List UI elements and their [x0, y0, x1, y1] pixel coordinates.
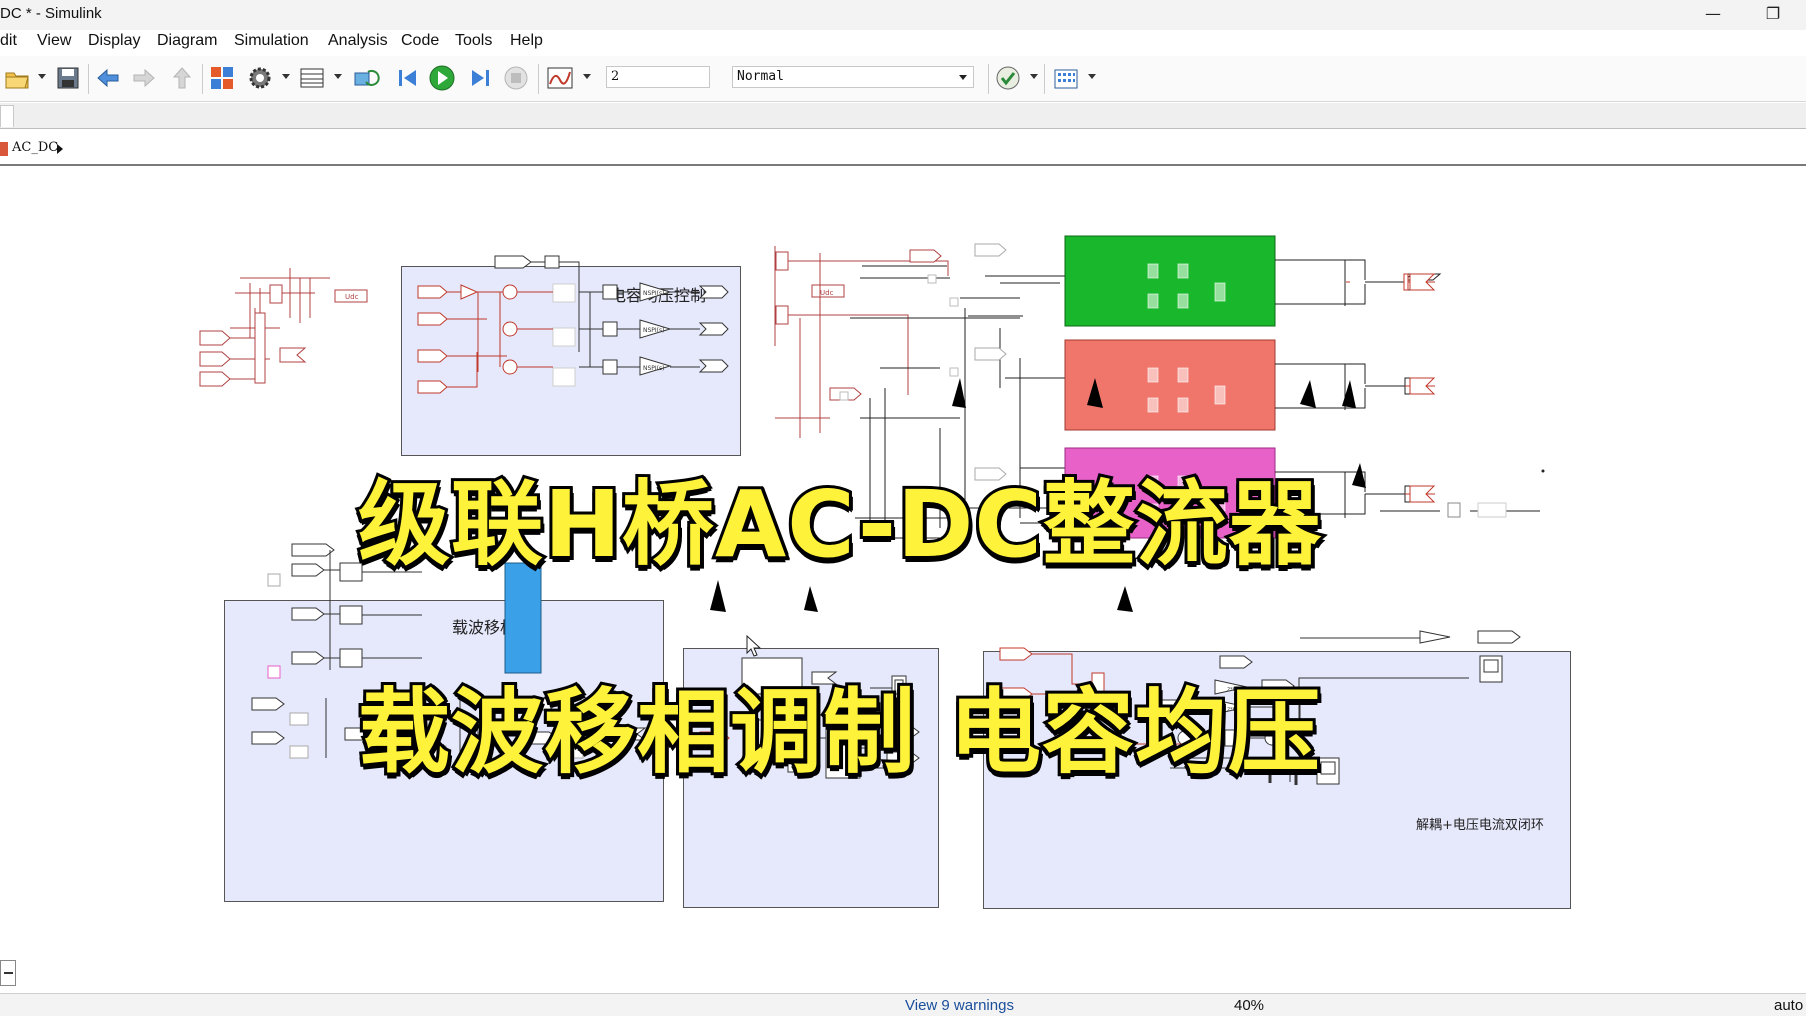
- performance-grid-icon[interactable]: [1052, 64, 1080, 92]
- model-explorer-icon[interactable]: [298, 64, 326, 92]
- inspector-dropdown-icon[interactable]: [583, 74, 591, 79]
- menu-display[interactable]: Display: [88, 32, 140, 50]
- toolbar-separator: [988, 64, 989, 94]
- pi-tag-3: NSPI(s): [643, 365, 665, 372]
- pi-tag-2: NSPI(s): [643, 327, 665, 334]
- update-diagram-icon[interactable]: [352, 64, 380, 92]
- zoom-level: 40%: [1234, 997, 1265, 1014]
- toolbar-separator: [88, 64, 89, 94]
- breadcrumb-model[interactable]: AC_DC: [12, 140, 58, 155]
- collapse-browser-button[interactable]: [0, 960, 16, 986]
- carrier-const-block[interactable]: [267, 665, 281, 679]
- menu-bar: dit View Display Diagram Simulation Anal…: [0, 30, 1806, 56]
- menu-simulation[interactable]: Simulation: [234, 32, 309, 50]
- open-dropdown-icon[interactable]: [38, 74, 46, 79]
- explorer-dropdown-icon[interactable]: [334, 74, 342, 79]
- toolbar-separator: [538, 64, 539, 94]
- udc-tag-2: Udc: [820, 289, 834, 297]
- pi-tag-1: NSPI(s): [643, 290, 665, 297]
- model-canvas[interactable]: 电容均压控制 载波移相 解耦+电压电流双闭环 Udc: [0, 168, 1806, 991]
- data-inspector-icon[interactable]: [546, 64, 574, 92]
- model-advisor-check-icon[interactable]: [994, 64, 1022, 92]
- stop-icon[interactable]: [502, 64, 530, 92]
- model-settings-gear-icon[interactable]: [246, 64, 274, 92]
- title-bar: DC * - Simulink — ❐: [0, 0, 1806, 30]
- simulation-mode-select[interactable]: Normal: [732, 66, 974, 88]
- output-ports: [1346, 273, 1507, 518]
- minus-icon: [4, 972, 13, 974]
- junction-dot: [1541, 469, 1545, 473]
- simulink-window: DC * - Simulink — ❐ dit View Display Dia…: [0, 0, 1806, 1016]
- menu-view[interactable]: View: [37, 32, 71, 50]
- mux-block[interactable]: [254, 312, 266, 384]
- central-wiring: [774, 246, 949, 438]
- save-icon[interactable]: [54, 64, 82, 92]
- model-tab-strip: [0, 103, 1806, 129]
- carrier-clock-block[interactable]: [267, 573, 281, 587]
- advisor-dropdown-icon[interactable]: [1030, 74, 1038, 79]
- warnings-link[interactable]: View 9 warnings: [905, 997, 1014, 1014]
- grid-dropdown-icon[interactable]: [1088, 74, 1096, 79]
- step-forward-icon[interactable]: [466, 64, 494, 92]
- overlay-subtitle: 载波移相调制 电容均压: [355, 676, 1323, 789]
- menu-diagram[interactable]: Diagram: [157, 32, 217, 50]
- input-wiring-cluster: [199, 268, 368, 387]
- model-tab[interactable]: [0, 105, 14, 127]
- restore-button[interactable]: ❐: [1750, 0, 1796, 30]
- status-bar: View 9 warnings 40% auto: [0, 993, 1806, 1016]
- minimize-button[interactable]: —: [1690, 0, 1736, 30]
- stop-time-field[interactable]: 2: [606, 66, 710, 88]
- menu-code[interactable]: Code: [401, 32, 439, 50]
- udc-tag: Udc: [345, 293, 359, 301]
- menu-edit[interactable]: dit: [0, 32, 17, 50]
- settings-dropdown-icon[interactable]: [282, 74, 290, 79]
- breadcrumb-arrow-icon[interactable]: [57, 144, 63, 154]
- menu-analysis[interactable]: Analysis: [328, 32, 388, 50]
- library-browser-icon[interactable]: [208, 64, 236, 92]
- step-back-icon[interactable]: [394, 64, 422, 92]
- forward-arrow-icon[interactable]: [130, 64, 158, 92]
- mouse-cursor-icon: [746, 634, 762, 657]
- overlay-title: 级联H桥AC-DC整流器: [355, 468, 1324, 581]
- chevron-down-icon: [959, 75, 967, 80]
- toolbar: 2 Normal: [0, 56, 1806, 102]
- h-bridge-block-1[interactable]: [1064, 235, 1276, 327]
- solver-status[interactable]: auto: [1774, 997, 1803, 1014]
- toolbar-separator: [202, 64, 203, 94]
- window-title: DC * - Simulink: [0, 5, 102, 22]
- capacitor-balance-inputs: [417, 284, 553, 394]
- toolbar-separator: [1044, 64, 1045, 94]
- breadcrumb: AC_DC: [0, 132, 1806, 166]
- model-icon: [0, 142, 8, 156]
- back-arrow-icon[interactable]: [94, 64, 122, 92]
- simulation-mode-value: Normal: [737, 69, 784, 84]
- menu-tools[interactable]: Tools: [455, 32, 492, 50]
- up-arrow-icon[interactable]: [168, 64, 196, 92]
- menu-help[interactable]: Help: [510, 32, 543, 50]
- open-folder-icon[interactable]: [4, 64, 32, 92]
- run-icon[interactable]: [428, 64, 456, 92]
